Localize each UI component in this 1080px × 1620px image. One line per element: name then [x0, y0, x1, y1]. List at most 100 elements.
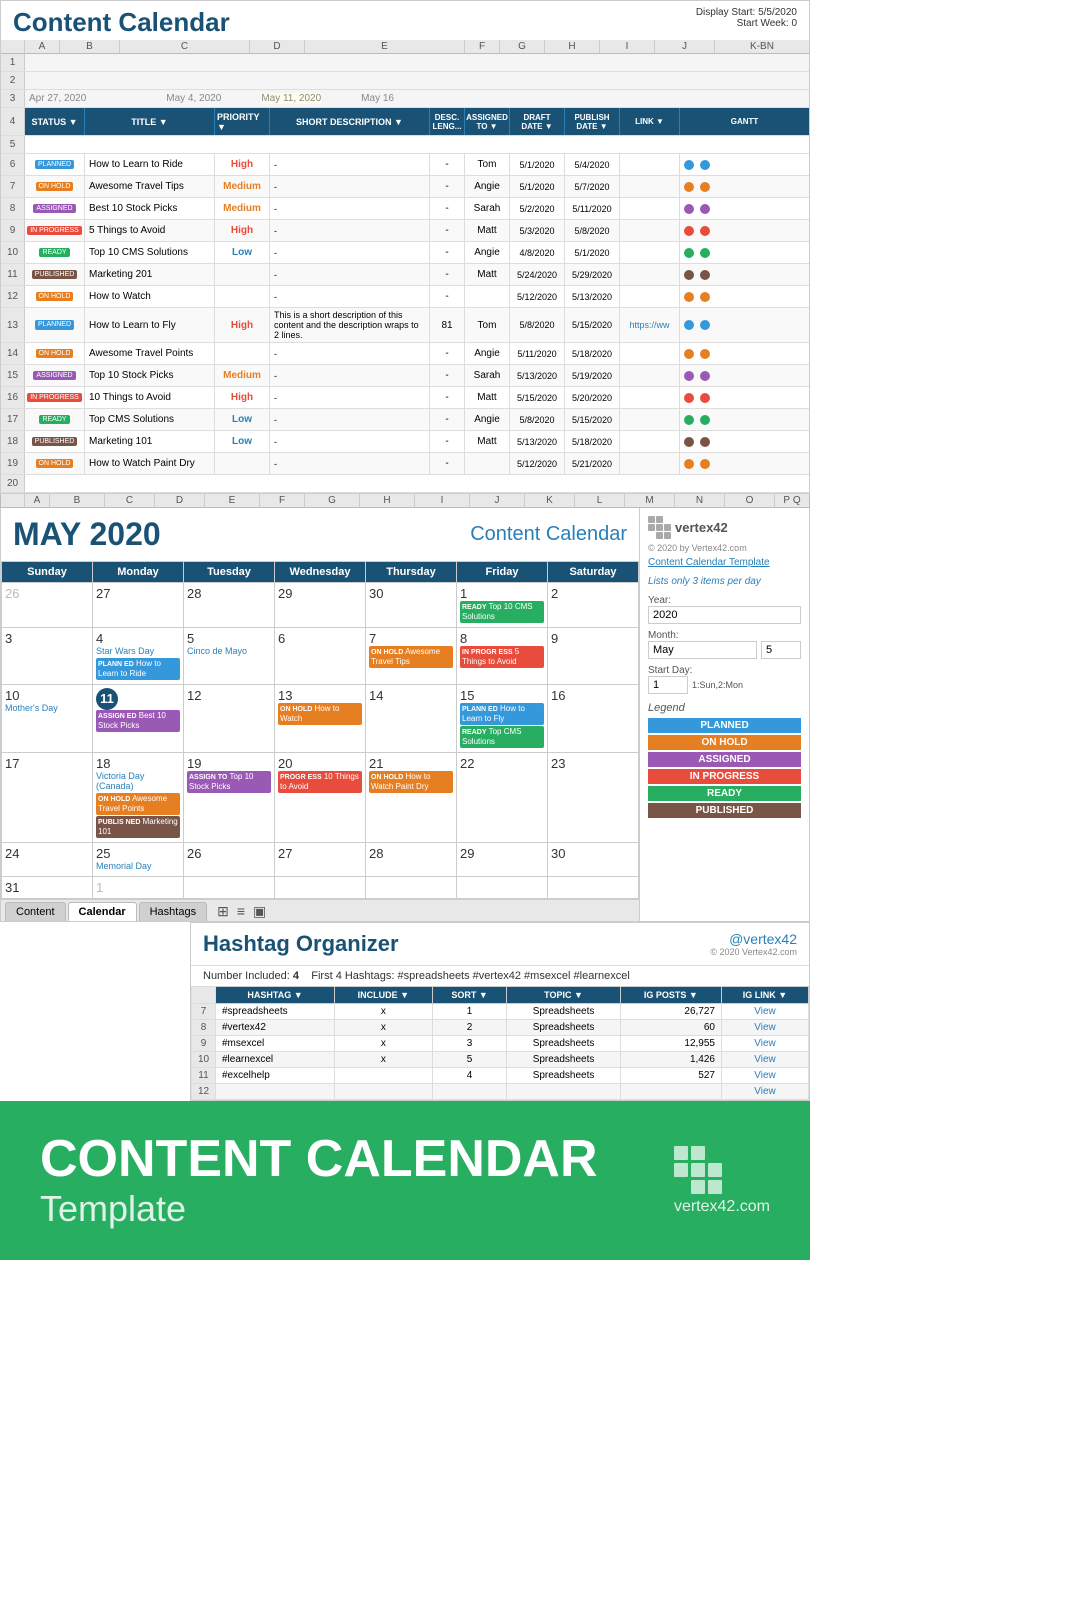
btile1 [674, 1146, 688, 1160]
row-desclen: - [430, 198, 465, 219]
spreadsheet-rows: 6 PLANNED How to Learn to Ride High - - … [1, 154, 809, 475]
tab-content[interactable]: Content [5, 902, 66, 921]
row-draft: 5/11/2020 [510, 343, 565, 364]
ht-row-num: 10 [192, 1051, 216, 1067]
row-title: 10 Things to Avoid [85, 387, 215, 408]
row-gantt [680, 343, 809, 364]
tile1 [648, 516, 655, 523]
year-input[interactable] [648, 606, 801, 624]
row-draft: 5/1/2020 [510, 154, 565, 175]
spreadsheet-section: Content Calendar Display Start: 5/5/2020… [0, 0, 810, 494]
calendar-cell: 16 [548, 684, 639, 752]
day-number: 27 [96, 586, 180, 601]
included-count: 4 [293, 970, 299, 982]
row-gantt [680, 176, 809, 197]
display-start-value: 5/5/2020 [758, 7, 797, 18]
calendar-cell: 8 IN PROGR ESS 5 Things to Avoid [457, 627, 548, 684]
row-assigned: Angie [465, 343, 510, 364]
day-number: 7 [369, 631, 453, 646]
vertex-logo: vertex42 [648, 516, 801, 539]
calendar-cell [457, 876, 548, 898]
day-number: 21 [369, 756, 453, 771]
banner-logo: vertex42.com [674, 1146, 770, 1216]
ht-link: View [721, 1067, 808, 1083]
row-draft: 4/8/2020 [510, 242, 565, 263]
ss-row: 19 ON HOLD How to Watch Paint Dry - - 5/… [1, 453, 809, 475]
row-draft: 5/15/2020 [510, 387, 565, 408]
ht-sort: 3 [432, 1035, 507, 1051]
hashtag-row: 12 View [192, 1083, 809, 1099]
row-gantt [680, 198, 809, 219]
month-field: Month: [648, 630, 801, 659]
row-desc: - [270, 198, 430, 219]
holiday: Victoria Day (Canada) [96, 771, 180, 791]
row-num: 13 [1, 308, 25, 342]
calendar-cell: 17 [2, 752, 93, 842]
row-assigned: Tom [465, 154, 510, 175]
tile8 [656, 532, 663, 539]
row-link [620, 409, 680, 430]
month-num-input[interactable] [761, 641, 801, 659]
day-number: 16 [551, 688, 635, 703]
row-assigned: Angie [465, 176, 510, 197]
month-label: Month: [648, 630, 801, 641]
template-link[interactable]: Content Calendar Template [648, 557, 801, 568]
day-number: 28 [369, 846, 453, 861]
btile7 [674, 1180, 688, 1194]
ss-row: 6 PLANNED How to Learn to Ride High - - … [1, 154, 809, 176]
calendar-cell: 26 [2, 583, 93, 628]
tile4 [648, 524, 655, 531]
vertex-brand: vertex42 [675, 520, 728, 535]
row-desclen: - [430, 365, 465, 386]
row-gantt [680, 365, 809, 386]
ht-sort [432, 1083, 507, 1099]
month-input[interactable] [648, 641, 757, 659]
ss-row: 14 ON HOLD Awesome Travel Points - - Ang… [1, 343, 809, 365]
calendar-cell [275, 876, 366, 898]
row-desclen: - [430, 264, 465, 285]
row-num: 19 [1, 453, 25, 474]
tile7 [648, 532, 655, 539]
row-priority: Medium [215, 365, 270, 386]
row-link [620, 365, 680, 386]
row-publish: 5/7/2020 [565, 176, 620, 197]
day-number: 19 [187, 756, 271, 771]
row-status: READY [25, 409, 85, 430]
tab-calendar[interactable]: Calendar [68, 902, 137, 921]
row-assigned: Sarah [465, 365, 510, 386]
row-publish: 5/15/2020 [565, 409, 620, 430]
hashtag-rows: 7 #spreadsheets x 1 Spreadsheets 26,727 … [192, 1003, 809, 1099]
cal-header-sun: Sunday [2, 562, 93, 583]
ss-row: 12 ON HOLD How to Watch - - 5/12/2020 5/… [1, 286, 809, 308]
cal-header-tue: Tuesday [184, 562, 275, 583]
row-publish: 5/4/2020 [565, 154, 620, 175]
ht-include: x [335, 1051, 433, 1067]
day-number: 29 [460, 846, 544, 861]
ht-sort: 1 [432, 1003, 507, 1019]
tab-hashtags[interactable]: Hashtags [139, 902, 207, 921]
row-publish: 5/8/2020 [565, 220, 620, 241]
hashtag-section: Hashtag Organizer @vertex42 © 2020 Verte… [190, 922, 810, 1101]
row-status: READY [25, 242, 85, 263]
day-number: 24 [5, 846, 89, 861]
row-status: ON HOLD [25, 286, 85, 307]
legend-published: PUBLISHED [648, 803, 801, 818]
start-day-input[interactable] [648, 676, 688, 694]
row-status: IN PROGRESS [25, 220, 85, 241]
row-status: PUBLISHED [25, 431, 85, 452]
ss-row: 8 ASSIGNED Best 10 Stock Picks Medium - … [1, 198, 809, 220]
row-title: Awesome Travel Points [85, 343, 215, 364]
ht-link: View [721, 1051, 808, 1067]
start-week-value: 0 [791, 18, 797, 29]
calendar-grid: Sunday Monday Tuesday Wednesday Thursday… [1, 561, 639, 899]
row-priority [215, 453, 270, 474]
hashtag-row: 10 #learnexcel x 5 Spreadsheets 1,426 Vi… [192, 1051, 809, 1067]
row-priority: High [215, 387, 270, 408]
calendar-cell: 19 ASSIGN TO Top 10 Stock Picks [184, 752, 275, 842]
row-assigned [465, 453, 510, 474]
tile5 [656, 524, 663, 531]
row-draft: 5/8/2020 [510, 409, 565, 430]
row-status: ASSIGNED [25, 365, 85, 386]
row-desc: - [270, 409, 430, 430]
banner-text: CONTENT CALENDAR Template [40, 1131, 598, 1230]
